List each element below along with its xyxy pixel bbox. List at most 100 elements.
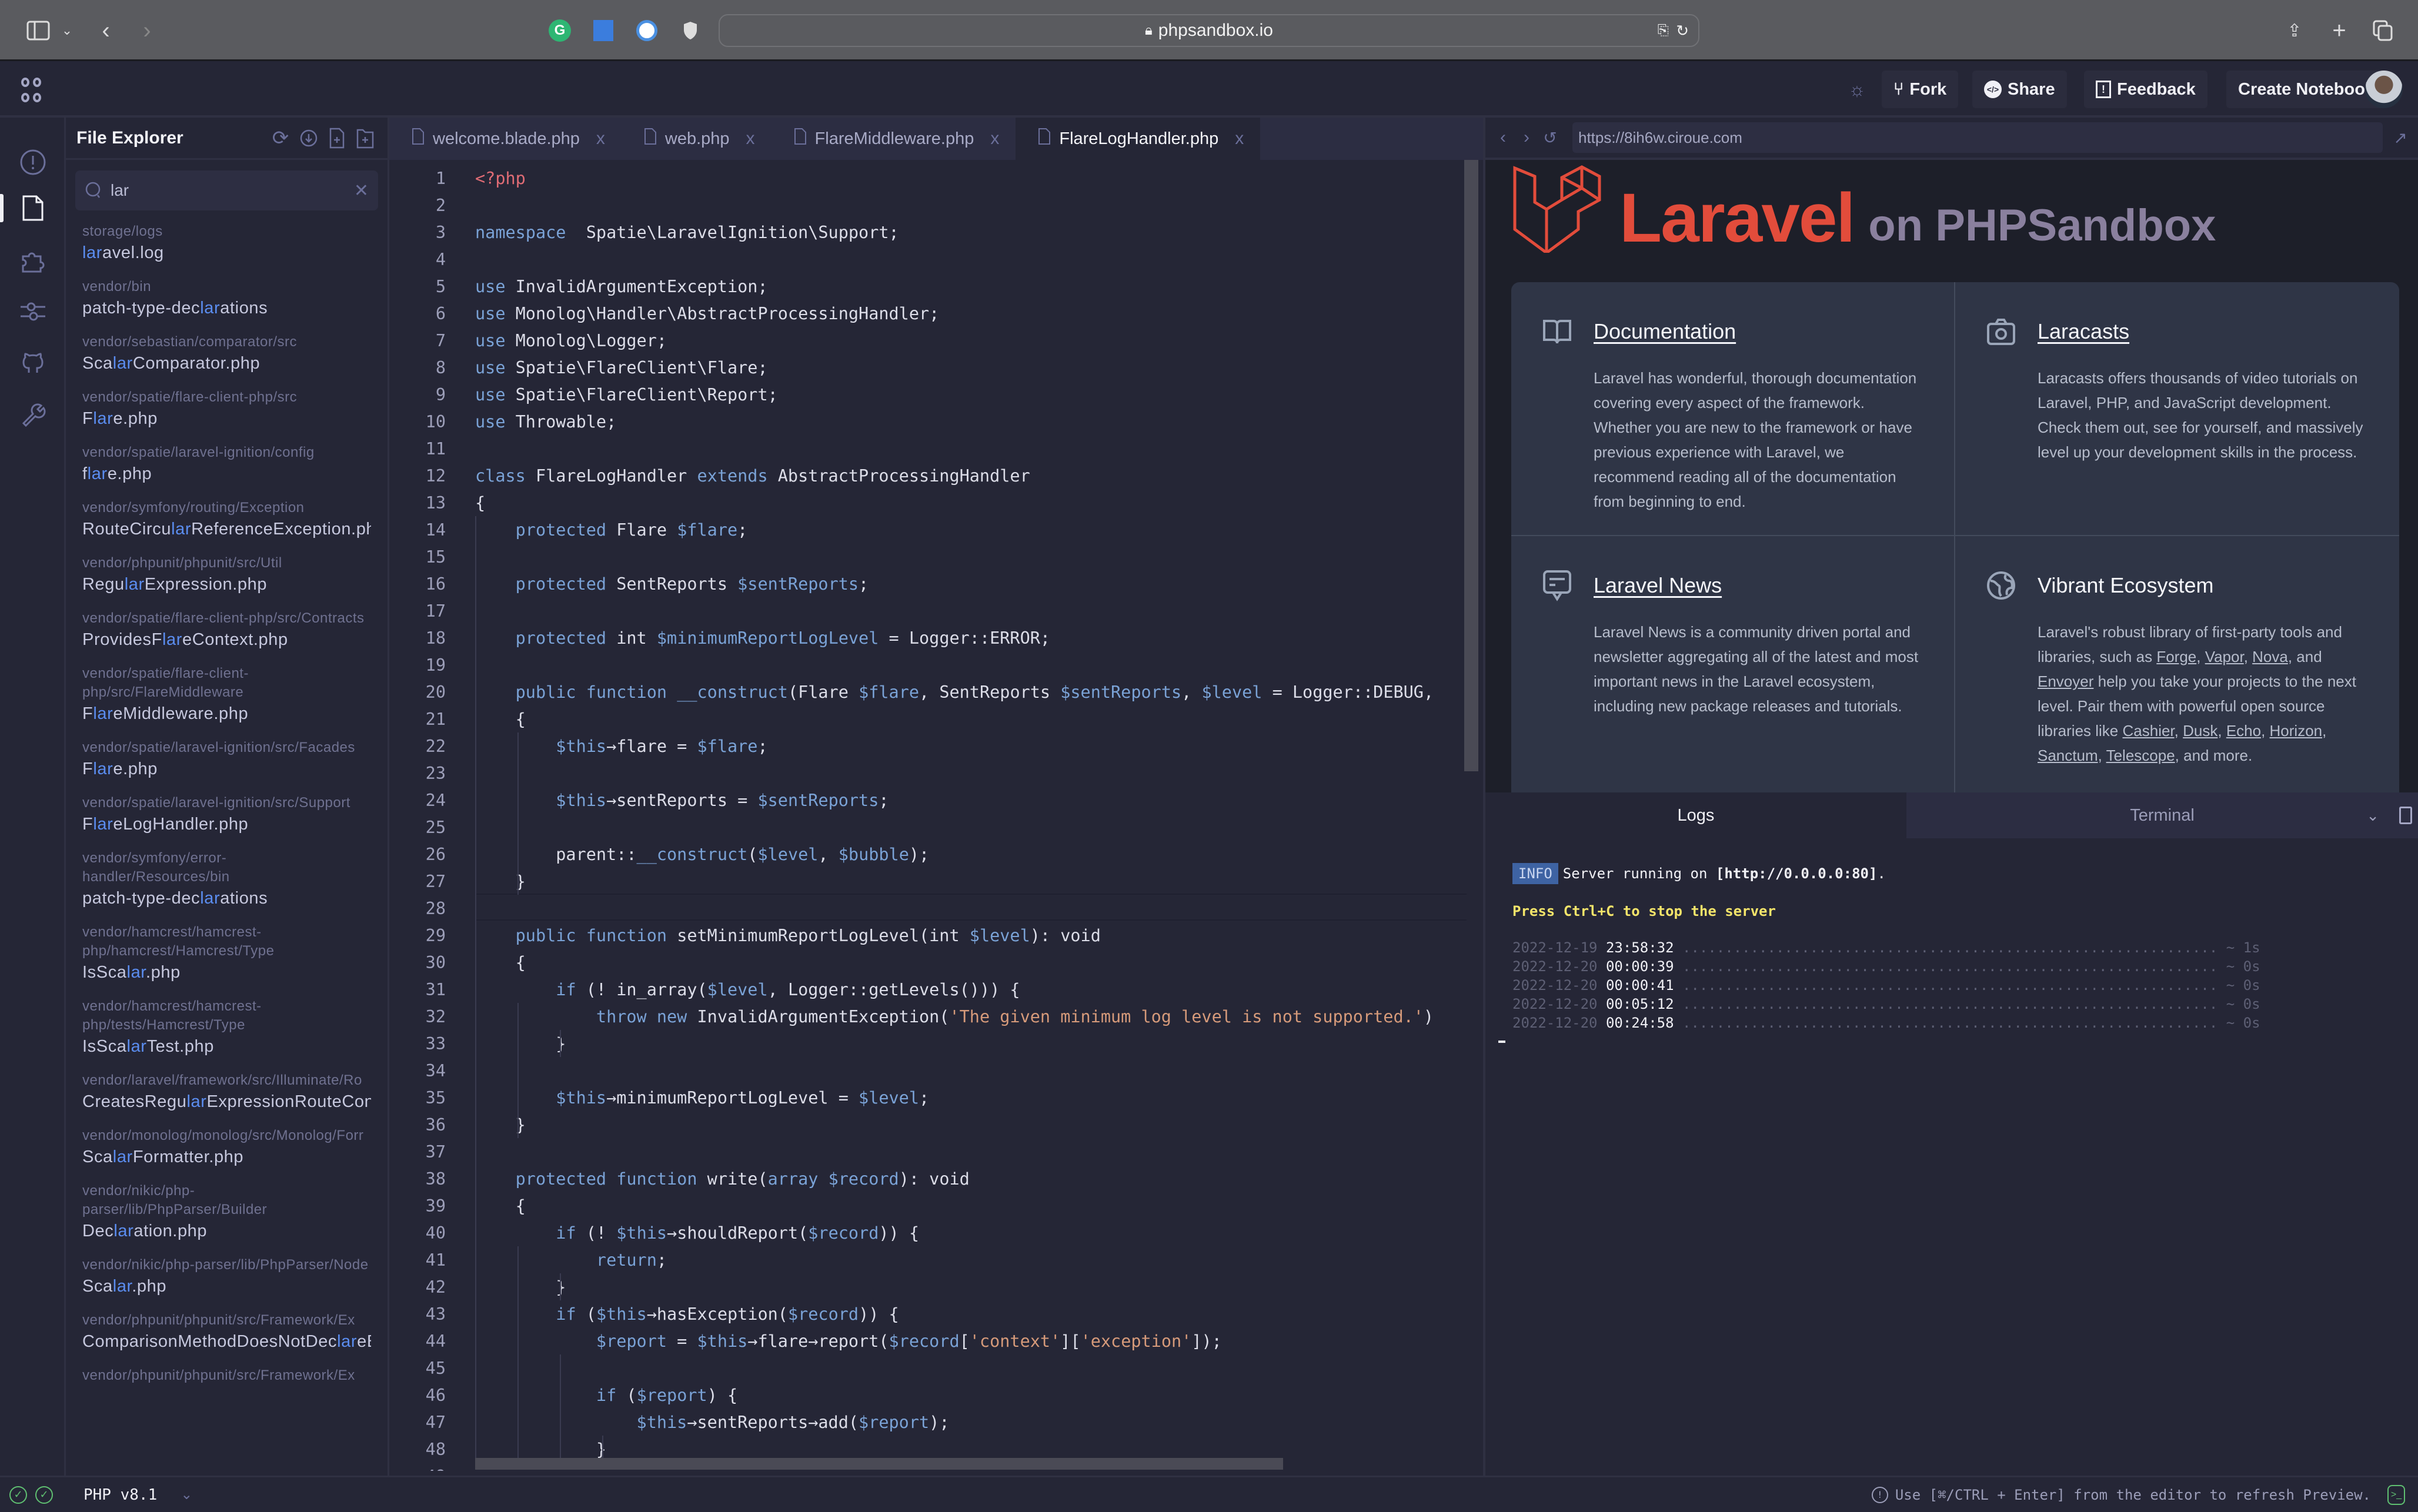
new-file-icon[interactable] xyxy=(325,126,349,150)
create-notebook-button[interactable]: Create Notebook xyxy=(2226,71,2387,108)
github-icon[interactable] xyxy=(16,346,49,379)
code-area[interactable]: 1 <?php 2 3 namespace Spatie\LaravelIgnition… xyxy=(389,160,1467,1471)
sidebar-toggle-icon[interactable] xyxy=(24,16,53,45)
reader-icon[interactable] xyxy=(590,16,616,45)
ecosystem-link[interactable]: Envoyer xyxy=(2038,673,2093,690)
ecosystem-link[interactable]: Telescope xyxy=(2106,747,2175,764)
php-version-select[interactable]: PHP v8.1 xyxy=(84,1486,157,1504)
file-result-item[interactable]: vendor/bin patch-type-declarations xyxy=(66,273,388,328)
preview-back-icon[interactable]: ‹ xyxy=(1491,128,1515,148)
editor-tab[interactable]: FlareMiddleware.php x xyxy=(772,118,1016,160)
file-result-item[interactable]: vendor/spatie/flare-client-php/src/Contr… xyxy=(66,604,388,660)
file-result-item[interactable]: vendor/symfony/error-handler/Resources/b… xyxy=(66,844,388,918)
file-result-item[interactable]: vendor/nikic/php-parser/lib/PhpParser/Bu… xyxy=(66,1177,388,1251)
file-result-item[interactable]: vendor/laravel/framework/src/Illuminate/… xyxy=(66,1066,388,1122)
open-external-icon[interactable]: ↗ xyxy=(2389,128,2412,148)
text: , and more. xyxy=(2175,747,2253,764)
preview-forward-icon[interactable]: › xyxy=(1515,128,1538,148)
wrench-icon[interactable] xyxy=(16,397,49,430)
close-tab-icon[interactable]: x xyxy=(990,129,999,149)
chevron-down-icon[interactable]: ⌄ xyxy=(59,16,75,45)
file-search-input[interactable] xyxy=(111,181,354,200)
file-result-item[interactable]: storage/logs laravel.log xyxy=(66,218,388,273)
new-tab-icon[interactable]: + xyxy=(2326,16,2352,45)
files-icon[interactable] xyxy=(16,192,49,225)
grammarly-icon[interactable]: G xyxy=(547,16,573,45)
close-tab-icon[interactable]: x xyxy=(746,129,755,149)
file-name: RouteCircularReferenceException.ph xyxy=(82,517,371,541)
card-title[interactable]: Laracasts xyxy=(2038,319,2129,344)
file-result-item[interactable]: vendor/monolog/monolog/src/Monolog/Forr S… xyxy=(66,1122,388,1177)
file-result-item[interactable]: vendor/symfony/routing/Exception RouteCir… xyxy=(66,494,388,549)
ecosystem-link[interactable]: Forge xyxy=(2156,648,2196,665)
ecosystem-link[interactable]: Dusk xyxy=(2183,722,2217,740)
file-result-item[interactable]: vendor/spatie/flare-client-php/src Flare.… xyxy=(66,383,388,439)
chevron-down-icon[interactable]: ⌄ xyxy=(181,1486,192,1503)
shield-icon[interactable] xyxy=(679,16,702,45)
file-result-item[interactable]: vendor/phpunit/phpunit/src/Framework/Ex C… xyxy=(66,1306,388,1362)
address-bar[interactable]: 🔒︎ phpsandbox.io ⎘ ↻ xyxy=(719,14,1699,47)
tab-logs[interactable]: Logs xyxy=(1485,792,1906,838)
file-result-item[interactable]: vendor/sebastian/comparator/src ScalarCom… xyxy=(66,328,388,383)
chevron-down-icon[interactable]: ⌄ xyxy=(2366,807,2379,825)
file-result-item[interactable]: vendor/spatie/flare-client-php/src/Flare… xyxy=(66,660,388,734)
tab-terminal[interactable]: Terminal ⌄ xyxy=(1906,792,2418,838)
file-result-item[interactable]: vendor/phpunit/phpunit/src/Util RegularEx… xyxy=(66,549,388,604)
ecosystem-link[interactable]: Cashier xyxy=(2123,722,2175,740)
fork-button[interactable]: ⑂ Fork xyxy=(1882,71,1959,108)
file-result-item[interactable]: vendor/nikic/php-parser/lib/PhpParser/No… xyxy=(66,1251,388,1306)
editor-vertical-scrollbar[interactable] xyxy=(1464,160,1478,771)
tabs-overview-icon[interactable] xyxy=(2370,16,2396,45)
close-tab-icon[interactable]: x xyxy=(1235,129,1244,149)
file-result-item[interactable]: vendor/hamcrest/hamcrest-php/hamcrest/Ha… xyxy=(66,918,388,992)
editor-horizontal-scrollbar[interactable] xyxy=(475,1458,1283,1470)
share-button[interactable]: </> Share xyxy=(1972,71,2067,108)
reload-icon[interactable]: ↻ xyxy=(1676,22,1689,40)
ecosystem-link[interactable]: Echo xyxy=(2226,722,2261,740)
popout-icon[interactable] xyxy=(2399,807,2412,824)
extensions-icon[interactable] xyxy=(16,245,49,277)
back-icon[interactable]: ‹ xyxy=(94,16,118,45)
share-icon[interactable]: ⇪ xyxy=(2282,16,2307,45)
file-path: vendor/hamcrest/hamcrest-php/hamcrest/Ha… xyxy=(82,924,275,959)
ecosystem-link[interactable]: Horizon xyxy=(2270,722,2323,740)
editor-tab[interactable]: FlareLogHandler.php x xyxy=(1016,118,1261,160)
settings-sliders-icon[interactable] xyxy=(16,295,49,328)
file-explorer: File Explorer ⟳ ✕ storage/logslaravel.lo… xyxy=(66,118,389,1476)
ecosystem-link[interactable]: Vapor xyxy=(2205,648,2244,665)
ecosystem-link[interactable]: Sanctum xyxy=(2038,747,2098,764)
refresh-icon[interactable]: ⟳ xyxy=(269,126,292,150)
info-icon[interactable] xyxy=(16,146,49,179)
preview-url-field[interactable]: https://8ih6w.ciroue.com xyxy=(1572,122,2383,153)
apps-menu-icon[interactable] xyxy=(18,75,47,105)
token: if xyxy=(556,1304,576,1324)
theme-toggle-icon[interactable]: ☼ xyxy=(1846,79,1868,100)
forward-icon[interactable]: › xyxy=(135,16,159,45)
card-title[interactable]: Laravel News xyxy=(1594,573,1722,598)
download-icon[interactable] xyxy=(297,126,320,150)
new-folder-icon[interactable] xyxy=(353,126,377,150)
file-search-field[interactable]: ✕ xyxy=(75,170,378,210)
user-avatar[interactable] xyxy=(2365,71,2403,108)
preview-reload-icon[interactable]: ↺ xyxy=(1538,128,1562,148)
check-circle-icon: ✓ xyxy=(9,1486,27,1504)
password-icon[interactable] xyxy=(634,16,660,45)
ecosystem-link[interactable]: Nova xyxy=(2252,648,2288,665)
editor-tab[interactable]: web.php x xyxy=(622,118,772,160)
line-number: 27 xyxy=(425,871,446,891)
file-result-item[interactable]: vendor/spatie/laravel-ignition/config fla… xyxy=(66,439,388,494)
file-result-item[interactable]: vendor/phpunit/phpunit/src/Framework/Ex xyxy=(66,1362,388,1393)
feedback-button[interactable]: ! Feedback xyxy=(2084,71,2207,108)
clear-search-icon[interactable]: ✕ xyxy=(354,180,369,201)
close-tab-icon[interactable]: x xyxy=(596,129,605,149)
editor-tab[interactable]: welcome.blade.php x xyxy=(389,118,622,160)
file-result-item[interactable]: vendor/hamcrest/hamcrest-php/tests/Hamcr… xyxy=(66,992,388,1066)
file-result-item[interactable]: vendor/spatie/laravel-ignition/src/Facad… xyxy=(66,734,388,789)
terminal-icon[interactable]: >_ xyxy=(2387,1484,2405,1505)
file-result-item[interactable]: vendor/spatie/laravel-ignition/src/Suppo… xyxy=(66,789,388,844)
translate-icon[interactable]: ⎘ xyxy=(1658,22,1669,39)
card-title[interactable]: Documentation xyxy=(1594,319,1736,344)
line-number: 37 xyxy=(425,1142,446,1162)
file-icon xyxy=(644,128,657,150)
